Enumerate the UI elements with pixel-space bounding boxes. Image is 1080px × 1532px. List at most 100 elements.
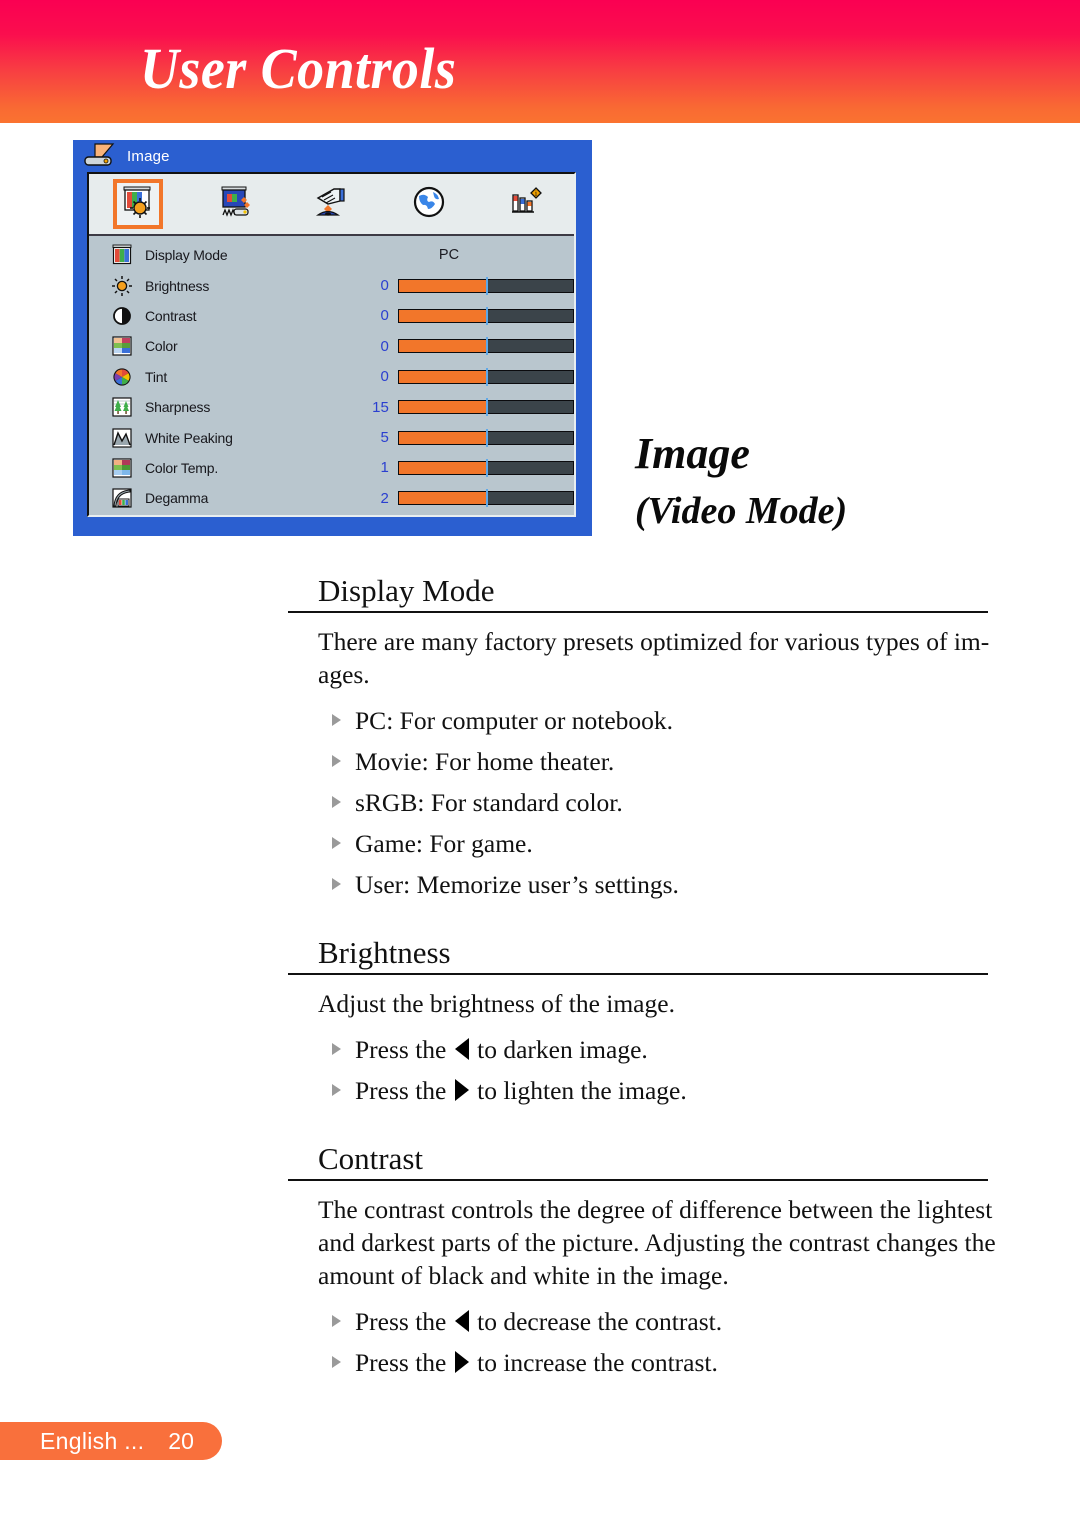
osd-body: i Display Mode PC Brightness 0 Contrast … xyxy=(87,172,576,517)
right-arrow-icon xyxy=(454,1079,469,1101)
section-contrast: Contrast The contrast controls the degre… xyxy=(288,1141,1028,1383)
left-arrow-icon xyxy=(454,1038,469,1060)
list-item-suffix: to darken image. xyxy=(477,1035,648,1064)
section-subtitle-video-mode: (Video Mode) xyxy=(635,490,848,532)
list-item: User: Memorize user’s settings. xyxy=(332,864,1028,905)
bullet-triangle-icon xyxy=(332,1043,341,1055)
osd-tabbar: i xyxy=(89,174,574,236)
osd-row-color[interactable]: Color 0 xyxy=(89,331,574,361)
projector-icon xyxy=(83,143,117,169)
osd-title-label: Image xyxy=(127,147,170,165)
osd-row-label: Color xyxy=(145,338,178,355)
osd-tab-image[interactable] xyxy=(89,174,186,234)
list-item-text: Movie: For home theater. xyxy=(355,747,615,776)
section-display-mode: Display Mode There are many factory pres… xyxy=(288,573,1028,905)
color-wheel-icon xyxy=(111,366,133,388)
white-peaking-slider[interactable] xyxy=(397,428,574,447)
bullet-triangle-icon xyxy=(332,1356,341,1368)
bullet-triangle-icon xyxy=(332,1084,341,1096)
osd-row-value: 5 xyxy=(380,429,389,447)
list-item-text: sRGB: For standard color. xyxy=(355,788,623,817)
osd-display-mode-value: PC xyxy=(438,247,460,264)
list-item-prefix: Press the xyxy=(355,1348,447,1377)
section-heading: Display Mode xyxy=(288,573,988,613)
document-content: Display Mode There are many factory pres… xyxy=(288,573,1028,1383)
contrast-bullet-list: Press the to decrease the contrast. Pres… xyxy=(288,1301,1028,1383)
tint-slider[interactable] xyxy=(397,367,574,386)
osd-settings-list: Display Mode PC Brightness 0 Contrast 0 … xyxy=(89,236,574,514)
bullet-triangle-icon xyxy=(332,755,341,767)
list-item-suffix: to lighten the image. xyxy=(477,1076,687,1105)
footer-language-label: English ... xyxy=(40,1427,145,1454)
osd-tab-options[interactable]: i xyxy=(477,174,574,234)
footer-page-number: 20 xyxy=(168,1427,194,1454)
color-temp-slider[interactable] xyxy=(397,458,574,477)
section-brightness: Brightness Adjust the brightness of the … xyxy=(288,935,1028,1111)
osd-tab-setup[interactable] xyxy=(283,174,380,234)
waveform-icon xyxy=(111,427,133,449)
section-paragraph: The contrast controls the degree of diff… xyxy=(318,1195,996,1290)
footer-page-pill: English ... 20 xyxy=(0,1422,222,1460)
list-item-prefix: Press the xyxy=(355,1307,447,1336)
section-title-image: Image xyxy=(635,429,750,478)
osd-row-label: Color Temp. xyxy=(145,459,219,476)
osd-row-label: Tint xyxy=(145,368,168,385)
contrast-icon xyxy=(111,305,133,327)
section-heading-text: Display Mode xyxy=(318,573,735,608)
display-mode-bullet-list: PC: For computer or notebook. Movie: For… xyxy=(288,700,1028,905)
osd-row-label: Degamma xyxy=(145,490,209,507)
osd-row-value: 0 xyxy=(380,368,389,386)
osd-row-white-peaking[interactable]: White Peaking 5 xyxy=(89,422,574,452)
list-item-text: PC: For computer or notebook. xyxy=(355,706,674,735)
color-swatch-icon xyxy=(111,335,133,357)
sun-icon xyxy=(111,275,133,297)
list-item-suffix: to decrease the contrast. xyxy=(477,1307,723,1336)
list-item: PC: For computer or notebook. xyxy=(332,700,1028,741)
page-title: User Controls xyxy=(140,36,457,101)
osd-tab-language[interactable] xyxy=(380,174,477,234)
osd-row-tint[interactable]: Tint 0 xyxy=(89,362,574,392)
list-item-prefix: Press the xyxy=(355,1035,447,1064)
list-item-prefix: Press the xyxy=(355,1076,447,1105)
osd-row-contrast[interactable]: Contrast 0 xyxy=(89,301,574,331)
section-paragraph: There are many factory presets optimized… xyxy=(318,627,990,689)
list-item-text: User: Memorize user’s settings. xyxy=(355,870,679,899)
image-screen-brightness-icon xyxy=(120,184,156,225)
contrast-slider[interactable] xyxy=(397,306,574,325)
osd-row-value: 0 xyxy=(380,307,389,325)
osd-row-value: 15 xyxy=(372,398,389,416)
osd-row-degamma[interactable]: Degamma 2 xyxy=(89,483,574,513)
brightness-slider[interactable] xyxy=(397,276,574,295)
section-heading-text: Contrast xyxy=(318,1141,664,1176)
list-item: Press the to darken image. xyxy=(332,1029,1028,1070)
bullet-triangle-icon xyxy=(332,714,341,726)
page-header-banner: User Controls xyxy=(0,0,1080,123)
brightness-bullet-list: Press the to darken image. Press the to … xyxy=(288,1029,1028,1111)
bullet-triangle-icon xyxy=(332,796,341,808)
rgb-bars-icon xyxy=(111,244,133,266)
section-paragraph: Adjust the brightness of the image. xyxy=(318,989,675,1018)
list-item: Movie: For home theater. xyxy=(332,741,1028,782)
osd-row-value: 0 xyxy=(380,277,389,295)
list-item: Press the to increase the contrast. xyxy=(332,1342,1028,1383)
osd-row-color-temp[interactable]: Color Temp. 1 xyxy=(89,453,574,483)
color-slider[interactable] xyxy=(397,337,574,356)
osd-row-sharpness[interactable]: Sharpness 15 xyxy=(89,392,574,422)
osd-row-display-mode[interactable]: Display Mode PC xyxy=(89,240,574,270)
degamma-slider[interactable] xyxy=(397,489,574,508)
osd-row-value: 0 xyxy=(380,337,389,355)
osd-row-value: 2 xyxy=(380,489,389,507)
trees-icon xyxy=(111,396,133,418)
osd-row-label: Sharpness xyxy=(145,399,211,416)
section-heading: Brightness xyxy=(288,935,988,975)
list-item-text: Game: For game. xyxy=(355,829,533,858)
degamma-icon xyxy=(111,487,133,509)
osd-titlebar: Image xyxy=(73,140,592,172)
osd-row-label: Contrast xyxy=(145,307,197,324)
list-item: Game: For game. xyxy=(332,823,1028,864)
display-projector-icon xyxy=(217,184,253,225)
sharpness-slider[interactable] xyxy=(397,398,574,417)
osd-row-brightness[interactable]: Brightness 0 xyxy=(89,270,574,300)
list-item: Press the to decrease the contrast. xyxy=(332,1301,1028,1342)
osd-tab-display[interactable] xyxy=(186,174,283,234)
